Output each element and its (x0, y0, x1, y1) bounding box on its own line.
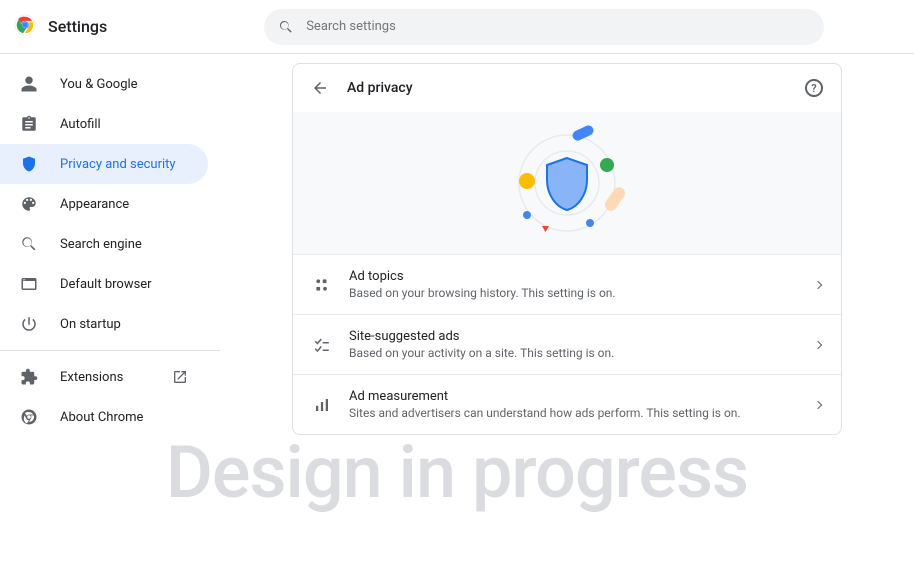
topics-icon (313, 276, 331, 294)
external-link-icon (172, 369, 188, 385)
back-arrow-icon[interactable] (311, 79, 329, 97)
row-ad-topics[interactable]: Ad topics Based on your browsing history… (293, 254, 841, 314)
chevron-right-icon (814, 400, 822, 408)
sidebar-item-autofill[interactable]: Autofill (0, 104, 208, 144)
row-desc: Based on your browsing history. This set… (349, 286, 797, 300)
row-text: Ad topics Based on your browsing history… (349, 269, 797, 300)
chevron-right-icon (814, 340, 822, 348)
help-icon[interactable]: ? (805, 79, 823, 97)
bar-chart-icon (313, 396, 331, 414)
row-ad-measurement[interactable]: Ad measurement Sites and advertisers can… (293, 374, 841, 434)
sidebar-item-default-browser[interactable]: Default browser (0, 264, 208, 304)
card-header: Ad privacy ? (293, 64, 841, 112)
power-icon (20, 315, 38, 333)
sidebar-item-label: On startup (60, 317, 121, 332)
person-icon (20, 75, 38, 93)
hero-illustration (293, 112, 841, 254)
row-text: Ad measurement Sites and advertisers can… (349, 389, 797, 420)
sidebar-divider (0, 350, 220, 351)
main-content: Ad privacy ? (220, 54, 914, 581)
sidebar-item-label: Search engine (60, 237, 142, 252)
card-title: Ad privacy (347, 80, 787, 96)
sidebar-item-label: Autofill (60, 117, 101, 132)
sidebar-item-you-and-google[interactable]: You & Google (0, 64, 208, 104)
search-input[interactable] (306, 19, 810, 34)
sidebar-item-extensions[interactable]: Extensions (0, 357, 208, 397)
sidebar-item-about-chrome[interactable]: About Chrome (0, 397, 208, 437)
chevron-right-icon (814, 280, 822, 288)
row-desc: Sites and advertisers can understand how… (349, 406, 797, 420)
sidebar-item-label: You & Google (60, 77, 138, 92)
chrome-logo-icon (14, 14, 36, 40)
palette-icon (20, 195, 38, 213)
sidebar-item-privacy-security[interactable]: Privacy and security (0, 144, 208, 184)
layout: You & Google Autofill Privacy and securi… (0, 54, 914, 581)
sidebar-item-label: Privacy and security (60, 157, 176, 172)
page-title: Settings (48, 17, 107, 36)
clipboard-icon (20, 115, 38, 133)
shield-icon (20, 155, 38, 173)
sidebar-item-label: Appearance (60, 197, 129, 212)
row-title: Site-suggested ads (349, 329, 797, 344)
chrome-icon (20, 408, 38, 426)
row-desc: Based on your activity on a site. This s… (349, 346, 797, 360)
sidebar-item-on-startup[interactable]: On startup (0, 304, 208, 344)
row-text: Site-suggested ads Based on your activit… (349, 329, 797, 360)
search-icon (20, 235, 38, 253)
search-icon (278, 19, 294, 35)
extension-icon (20, 368, 38, 386)
row-title: Ad topics (349, 269, 797, 284)
sidebar-item-label: About Chrome (60, 410, 143, 425)
ad-privacy-card: Ad privacy ? (292, 63, 842, 435)
sidebar-item-label: Extensions (60, 370, 123, 385)
checklist-icon (313, 336, 331, 354)
topbar: Settings (0, 0, 914, 54)
row-site-suggested-ads[interactable]: Site-suggested ads Based on your activit… (293, 314, 841, 374)
sidebar-item-label: Default browser (60, 277, 152, 292)
sidebar: You & Google Autofill Privacy and securi… (0, 54, 220, 581)
row-title: Ad measurement (349, 389, 797, 404)
browser-icon (20, 275, 38, 293)
search-box[interactable] (264, 9, 824, 45)
sidebar-item-appearance[interactable]: Appearance (0, 184, 208, 224)
sidebar-item-search-engine[interactable]: Search engine (0, 224, 208, 264)
